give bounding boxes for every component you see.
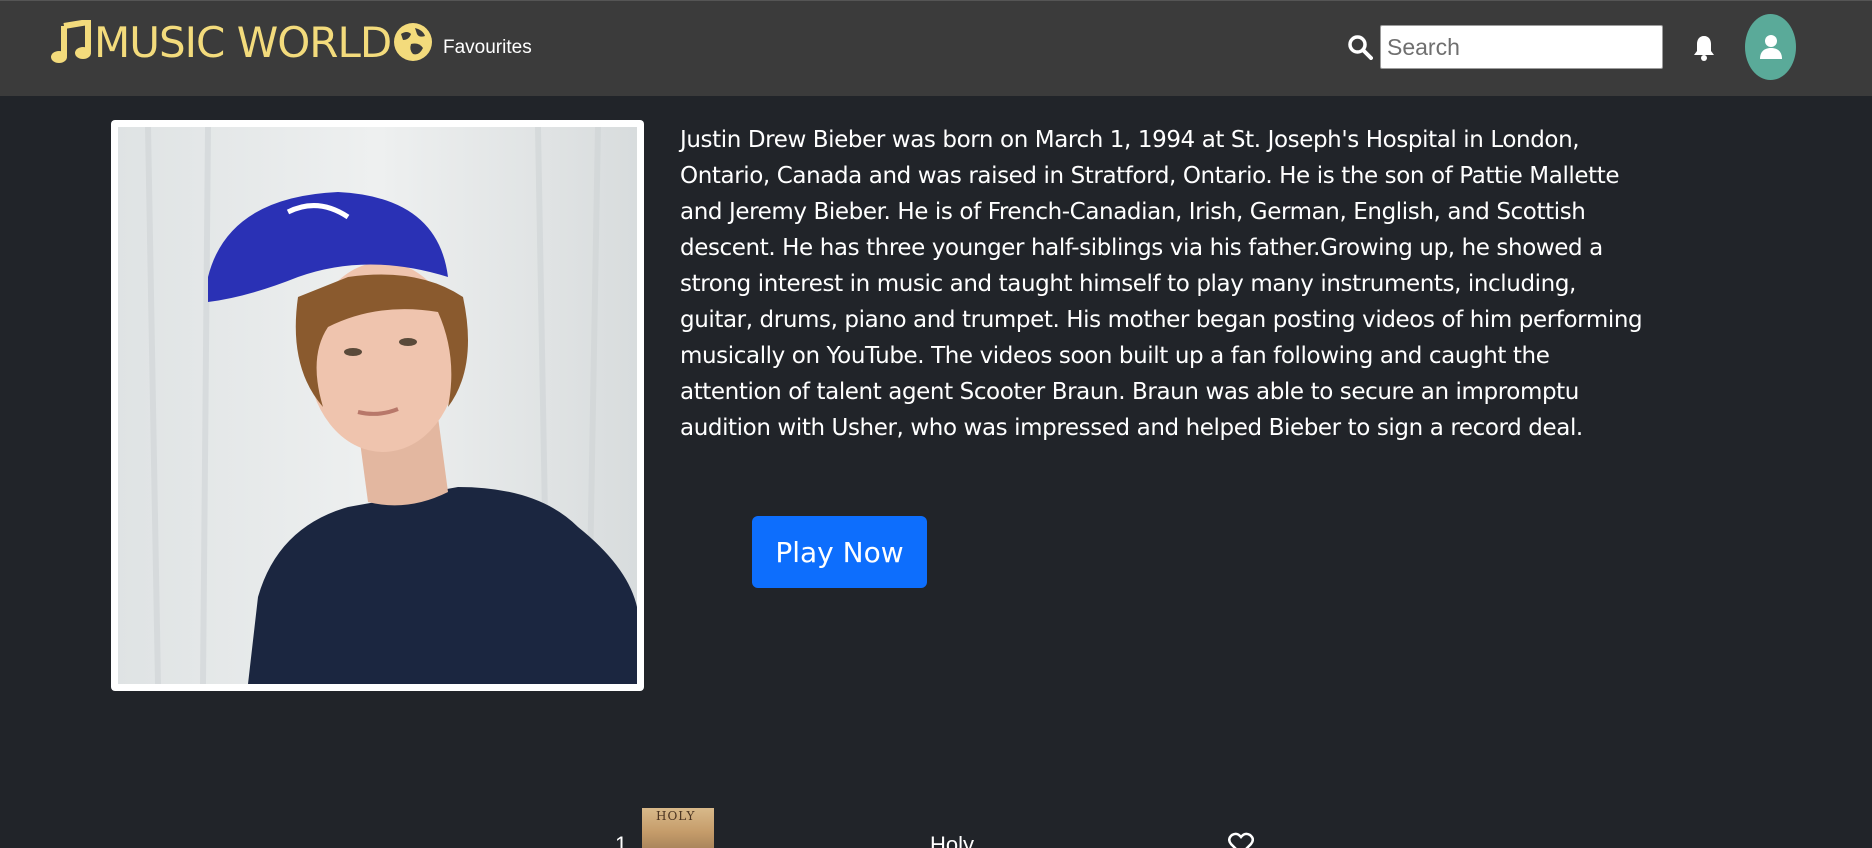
search-input[interactable] [1380, 25, 1663, 69]
search-icon[interactable] [1347, 34, 1373, 60]
play-now-button[interactable]: Play Now [752, 516, 927, 588]
table-row[interactable]: 1 HOLY Holy [0, 800, 1872, 848]
artist-photo [111, 120, 644, 691]
logo-text: MUSIC WORLD [94, 17, 392, 67]
music-note-icon [51, 20, 91, 63]
nav-favourites-link[interactable]: Favourites [443, 37, 532, 59]
avatar[interactable] [1745, 14, 1796, 80]
globe-icon [394, 23, 433, 61]
track-number: 1 [615, 832, 628, 848]
logo[interactable]: MUSIC WORLD [50, 17, 433, 67]
navbar: MUSIC WORLD Favourites [0, 0, 1872, 96]
user-icon [1759, 35, 1782, 59]
track-title[interactable]: Holy [930, 832, 974, 848]
track-cover-text: HOLY [656, 809, 696, 823]
heart-icon[interactable] [1228, 832, 1254, 848]
track-cover-image: HOLY [642, 808, 714, 848]
artist-portrait-image [118, 127, 637, 684]
bell-icon[interactable] [1692, 34, 1716, 62]
artist-bio: Justin Drew Bieber was born on March 1, … [680, 127, 1643, 441]
